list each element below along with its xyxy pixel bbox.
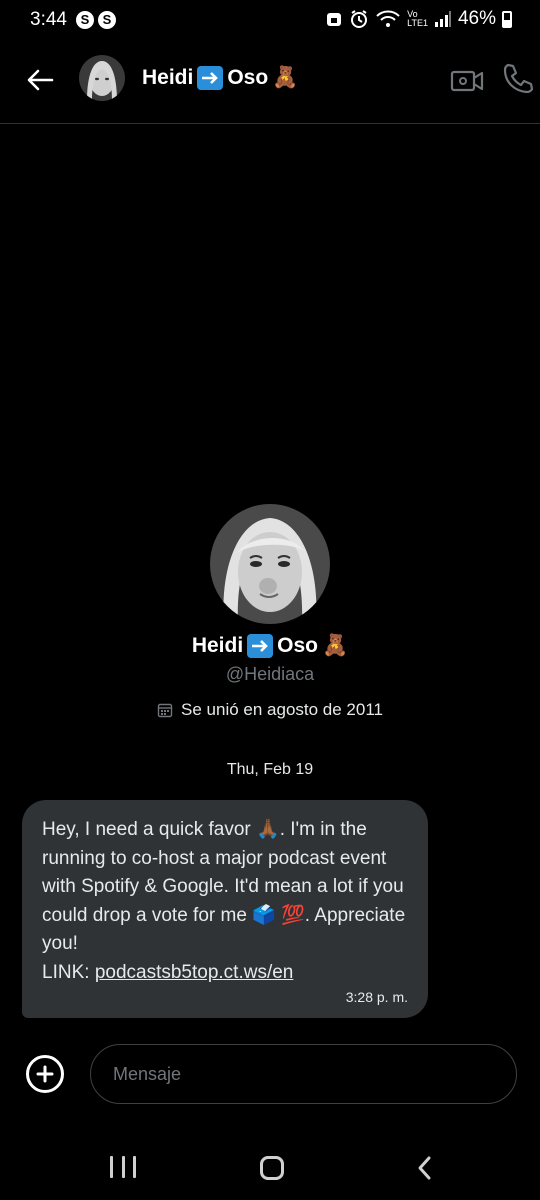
message-text: Hey, I need a quick favor 🙏🏾. I'm in the… xyxy=(42,816,408,987)
profile-name-second: Oso xyxy=(277,634,319,657)
avatar-photo xyxy=(79,55,125,101)
volte-icon: Vo LTE1 xyxy=(407,9,428,28)
conversation-title[interactable]: Heidi Oso 🧸 xyxy=(142,66,298,90)
profile-name-first: Heidi xyxy=(191,634,244,657)
profile-name-emoji: 🧸 xyxy=(322,634,349,657)
profile-avatar[interactable] xyxy=(210,504,330,624)
link-label: LINK: xyxy=(42,961,95,983)
message-input[interactable] xyxy=(90,1044,517,1104)
title-name-first: Heidi xyxy=(142,66,194,89)
phone-call-button[interactable] xyxy=(500,62,534,96)
alarm-icon xyxy=(351,10,368,28)
profile-handle: @Heidiaca xyxy=(225,664,315,684)
phone-icon xyxy=(503,63,534,94)
right-arrow-emoji-icon xyxy=(247,634,274,658)
pray-emoji: 🙏🏾 xyxy=(256,819,280,840)
status-bar: 3:44 S S Vo LTE1 46% xyxy=(0,0,540,40)
lock-app-icon xyxy=(327,13,342,26)
add-attachment-button[interactable] xyxy=(26,1055,64,1093)
battery-icon xyxy=(502,10,512,28)
message-time: 3:28 p. m. xyxy=(345,989,408,1005)
nav-back-button[interactable] xyxy=(414,1155,436,1181)
recents-button[interactable] xyxy=(110,1156,136,1180)
notification-s-icon: S xyxy=(76,11,94,29)
nav-back-icon xyxy=(418,1156,431,1180)
joined-text: Se unió en agosto de 2011 xyxy=(181,700,383,719)
signal-icon xyxy=(434,11,451,27)
profile-photo xyxy=(210,504,330,624)
battery-percent: 46% xyxy=(457,8,496,29)
hundred-emoji: 💯 xyxy=(281,904,305,926)
calendar-icon xyxy=(157,703,173,718)
notification-s-icon: S xyxy=(98,11,116,29)
title-emoji: 🧸 xyxy=(272,66,299,89)
message-bubble[interactable]: Hey, I need a quick favor 🙏🏾. I'm in the… xyxy=(22,800,428,1018)
title-name-second: Oso xyxy=(227,66,269,89)
conversation-header: Heidi Oso 🧸 xyxy=(0,40,540,124)
status-time: 3:44 xyxy=(30,9,67,30)
profile-name: Heidi Oso 🧸 xyxy=(0,634,540,658)
wifi-icon xyxy=(376,10,400,27)
recents-icon xyxy=(110,1156,113,1178)
back-button[interactable] xyxy=(20,60,60,100)
back-arrow-icon xyxy=(27,69,54,91)
video-call-icon xyxy=(450,70,484,92)
ballot-emoji: 🗳️ xyxy=(252,904,276,926)
message-part-1: Hey, I need a quick favor xyxy=(42,819,257,840)
status-icons: Vo LTE1 46% xyxy=(325,8,512,30)
right-arrow-emoji-icon xyxy=(197,66,224,90)
home-button[interactable] xyxy=(260,1156,284,1180)
message-link[interactable]: podcastsb5top.ct.ws/en xyxy=(95,962,294,983)
header-avatar[interactable] xyxy=(79,55,125,101)
plus-circle-icon xyxy=(36,1065,54,1083)
date-separator: Thu, Feb 19 xyxy=(226,761,314,778)
profile-joined: Se unió en agosto de 2011 xyxy=(0,700,540,723)
video-call-button[interactable] xyxy=(450,64,484,98)
